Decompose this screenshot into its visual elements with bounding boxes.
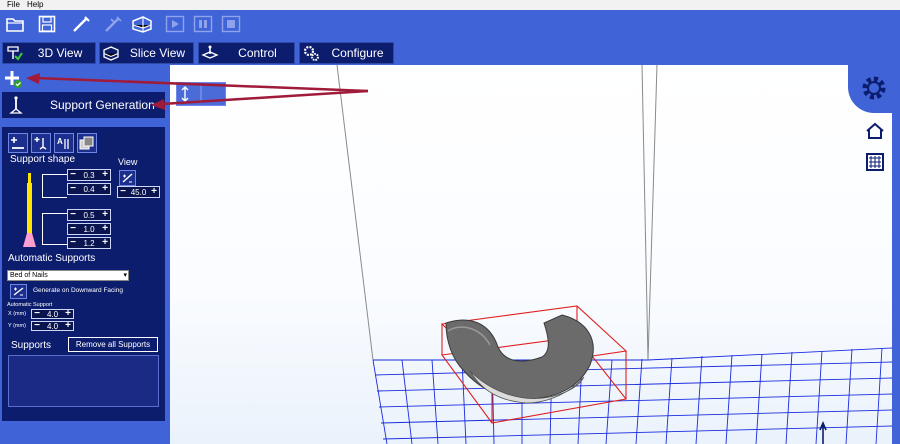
annotation-arrows [26,73,369,110]
